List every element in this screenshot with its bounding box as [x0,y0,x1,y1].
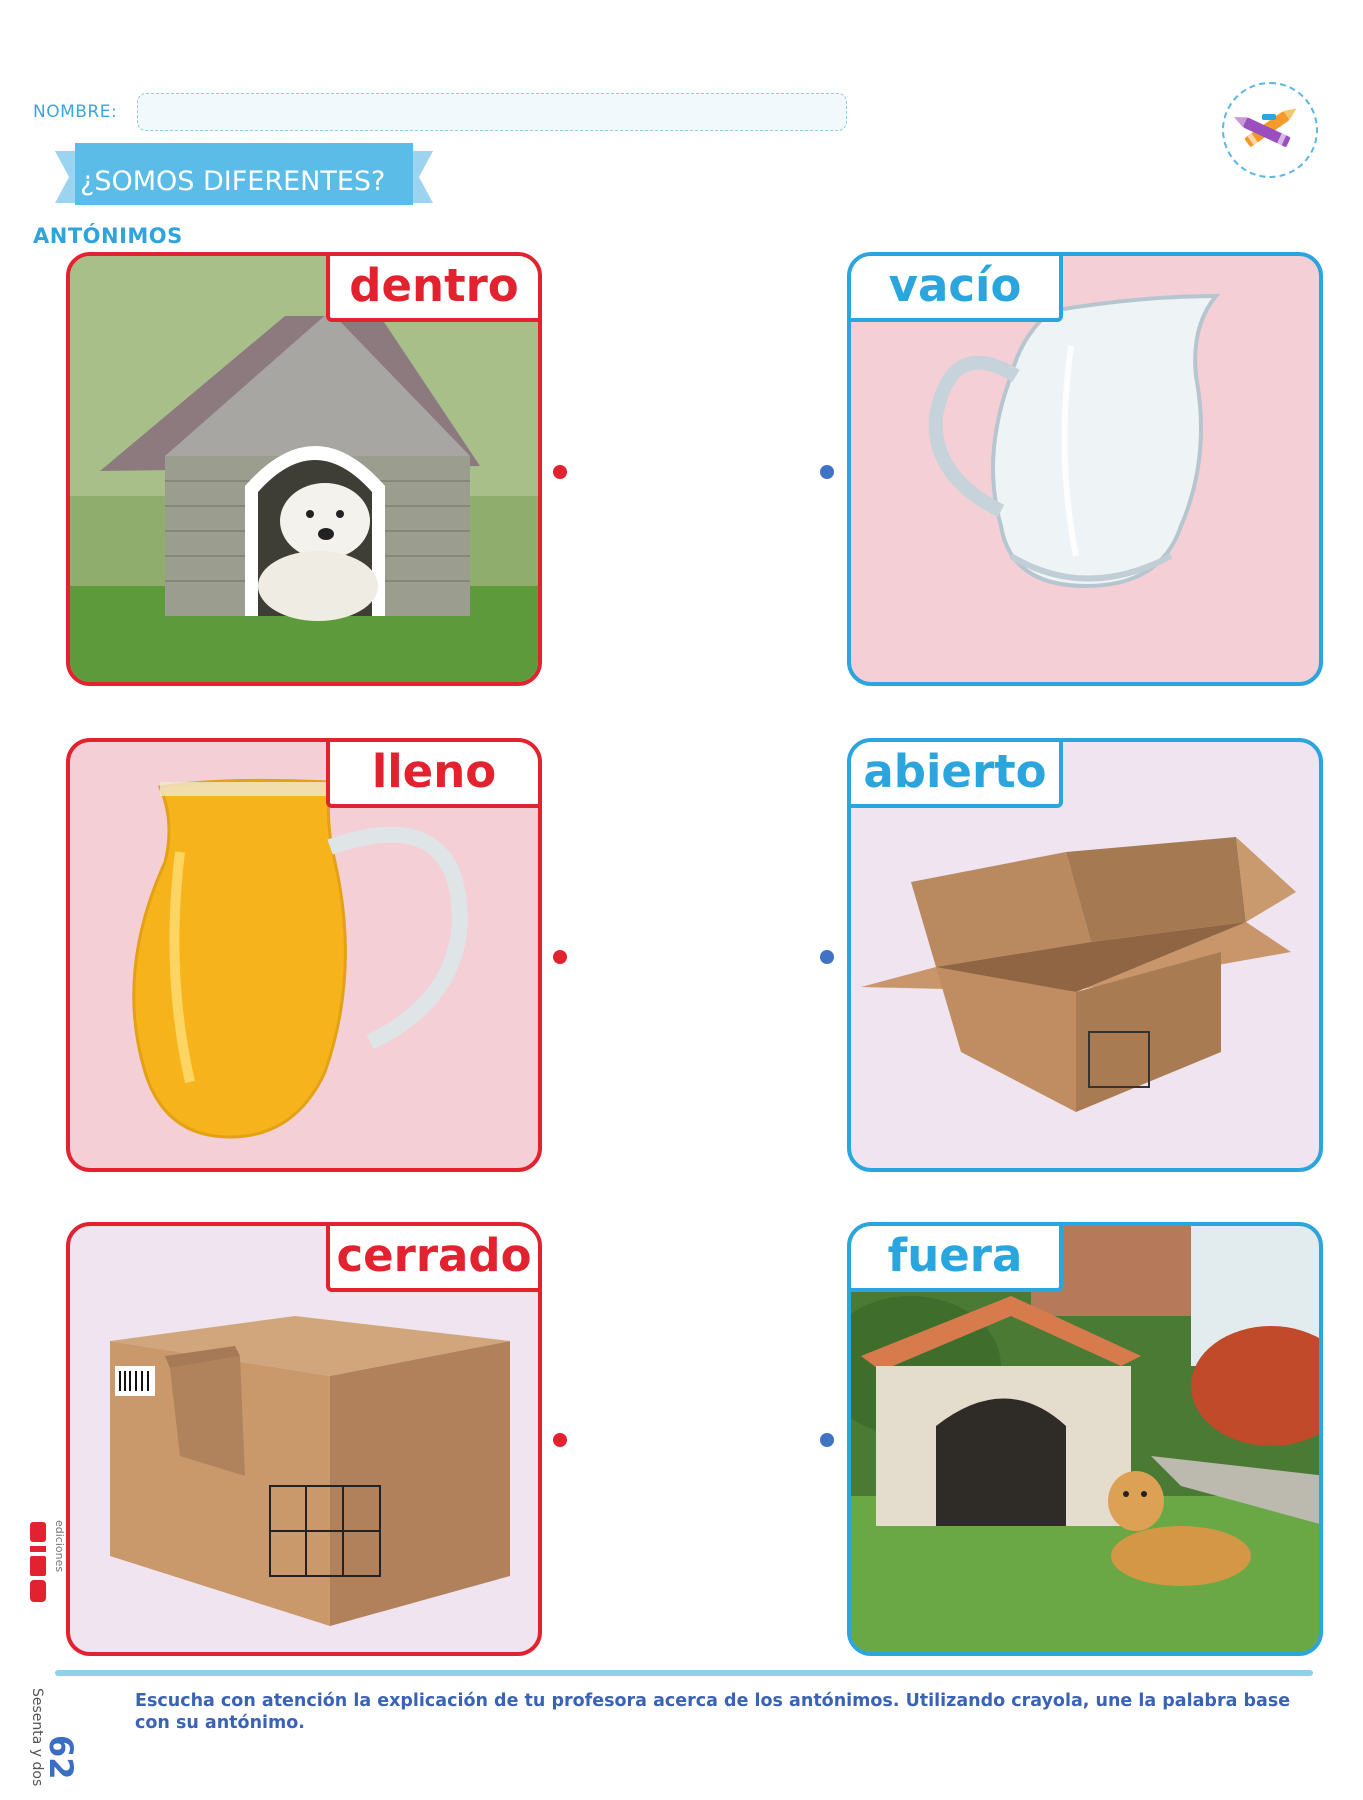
match-dot-dentro[interactable] [553,465,567,479]
card-fuera: fuera [847,1222,1323,1656]
match-dot-abierto[interactable] [820,950,834,964]
match-dot-lleno[interactable] [553,950,567,964]
card-dentro: dentro [66,252,542,686]
page-title: ¿SOMOS DIFERENTES? [80,166,386,197]
piza-logo-icon [30,1522,46,1602]
card-word-fuera: fuera [851,1226,1063,1292]
card-word-dentro: dentro [326,256,538,322]
page-number: 62 [42,1735,80,1780]
card-word-abierto: abierto [851,742,1063,808]
match-dot-fuera[interactable] [820,1433,834,1447]
name-field[interactable] [137,93,847,131]
card-abierto: abierto [847,738,1323,1172]
card-word-vacio: vacío [851,256,1063,322]
instructions-text: Escucha con atención la explicación de t… [135,1691,1291,1733]
card-cerrado: cerrado [66,1222,542,1656]
match-dot-cerrado[interactable] [553,1433,567,1447]
crayons-icon [1234,108,1297,147]
match-dot-vacio[interactable] [820,465,834,479]
card-vacio: vacío [847,252,1323,686]
name-label: NOMBRE: [33,102,118,122]
card-word-cerrado: cerrado [326,1226,538,1292]
footer-rule [55,1670,1313,1676]
publisher-logo [28,1520,50,1614]
card-word-lleno: lleno [326,742,538,808]
card-lleno: lleno [66,738,542,1172]
section-subtitle: ANTÓNIMOS [33,224,183,248]
logo-subtext: ediciones [53,1520,66,1573]
crayons-badge [1222,82,1318,178]
